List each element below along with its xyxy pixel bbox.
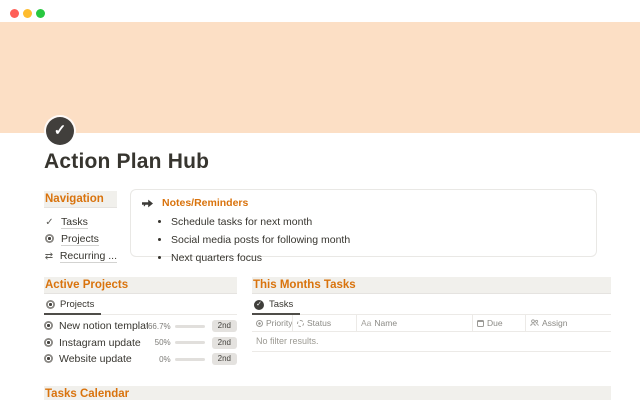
project-row[interactable]: Instagram update 50% 2nd [44,335,237,352]
cover-image[interactable] [0,22,640,133]
close-button[interactable] [10,9,19,18]
project-name: New notion template [59,320,148,333]
page-icon[interactable]: ✓ [46,117,74,145]
callout-title-row: Notes/Reminders [141,195,586,211]
priority-badge: 2nd [211,320,237,333]
column-header-assign[interactable]: Assign [525,315,611,331]
column-header-priority[interactable]: Priority [252,315,292,331]
check-circle-icon: ✓ [254,299,264,310]
column-header-due[interactable]: Due [472,315,525,331]
notes-callout: Notes/Reminders Schedule tasks for next … [130,189,597,264]
check-icon: ✓ [45,216,54,228]
disc-icon [44,350,53,368]
callout-bullet: Schedule tasks for next month [171,213,586,231]
disc-icon [44,233,55,246]
check-icon: ✓ [53,122,67,139]
callout-bullet-list: Schedule tasks for next month Social med… [171,213,586,267]
tasks-heading: This Months Tasks [252,277,611,294]
active-projects-heading: Active Projects [44,277,237,294]
navigation-heading: Navigation [44,191,117,208]
tasks-section: This Months Tasks ✓ Tasks Priority Statu… [252,277,611,352]
calendar-heading: Tasks Calendar [44,386,611,400]
project-name: Website update [59,353,132,366]
app-window: ✓ Action Plan Hub Navigation ✓ Tasks Pro… [0,0,640,400]
priority-badge: 2nd [211,336,237,349]
tasks-table-header: Priority Status Aa Name Due Assign [252,315,611,332]
project-name: Instagram update [59,336,141,349]
progress-percent: 0% [159,354,171,364]
tab-projects[interactable]: Projects [44,296,102,315]
priority-icon [256,319,263,327]
progress-bar [174,357,205,361]
navigation-section: Navigation ✓ Tasks Projects ⇄ Recurring … [44,191,117,265]
column-header-status[interactable]: Status [292,315,356,331]
page-title: Action Plan Hub [44,150,210,173]
progress-percent: 66.7% [147,321,171,331]
window-titlebar [0,0,640,22]
callout-bullet: Social media posts for following month [171,231,586,249]
project-row[interactable]: Website update 0% 2nd [44,351,237,368]
pointing-right-icon [142,199,153,207]
callout-bullet: Next quarters focus [171,249,586,267]
tasks-view-tabs: ✓ Tasks [252,298,611,315]
disc-icon [46,296,55,314]
nav-item-tasks[interactable]: ✓ Tasks [44,214,117,231]
zoom-button[interactable] [36,9,45,18]
minimize-button[interactable] [23,9,32,18]
progress-percent: 50% [154,338,171,348]
nav-item-recurring[interactable]: ⇄ Recurring ... [44,248,117,265]
progress-bar [174,324,205,328]
projects-view-tabs: Projects [44,298,237,315]
disc-icon [44,317,53,335]
recurring-icon: ⇄ [44,250,54,262]
status-icon [297,319,304,327]
text-type-icon: Aa [361,318,372,328]
priority-badge: 2nd [211,353,237,366]
project-row[interactable]: New notion template 66.7% 2nd [44,318,237,335]
project-list: New notion template 66.7% 2nd Instagram … [44,318,237,368]
calendar-icon [477,319,484,327]
nav-item-projects[interactable]: Projects [44,231,117,248]
empty-results-message: No filter results. [252,332,611,352]
column-header-name[interactable]: Aa Name [356,315,472,331]
disc-icon [44,334,53,352]
tab-tasks[interactable]: ✓ Tasks [252,298,301,315]
navigation-list: ✓ Tasks Projects ⇄ Recurring ... [44,214,117,265]
progress-bar [174,341,205,345]
people-icon [530,319,539,327]
callout-title: Notes/Reminders [162,197,249,209]
active-projects-section: Active Projects Projects New notion temp… [44,277,237,368]
calendar-section: Tasks Calendar [44,386,611,400]
